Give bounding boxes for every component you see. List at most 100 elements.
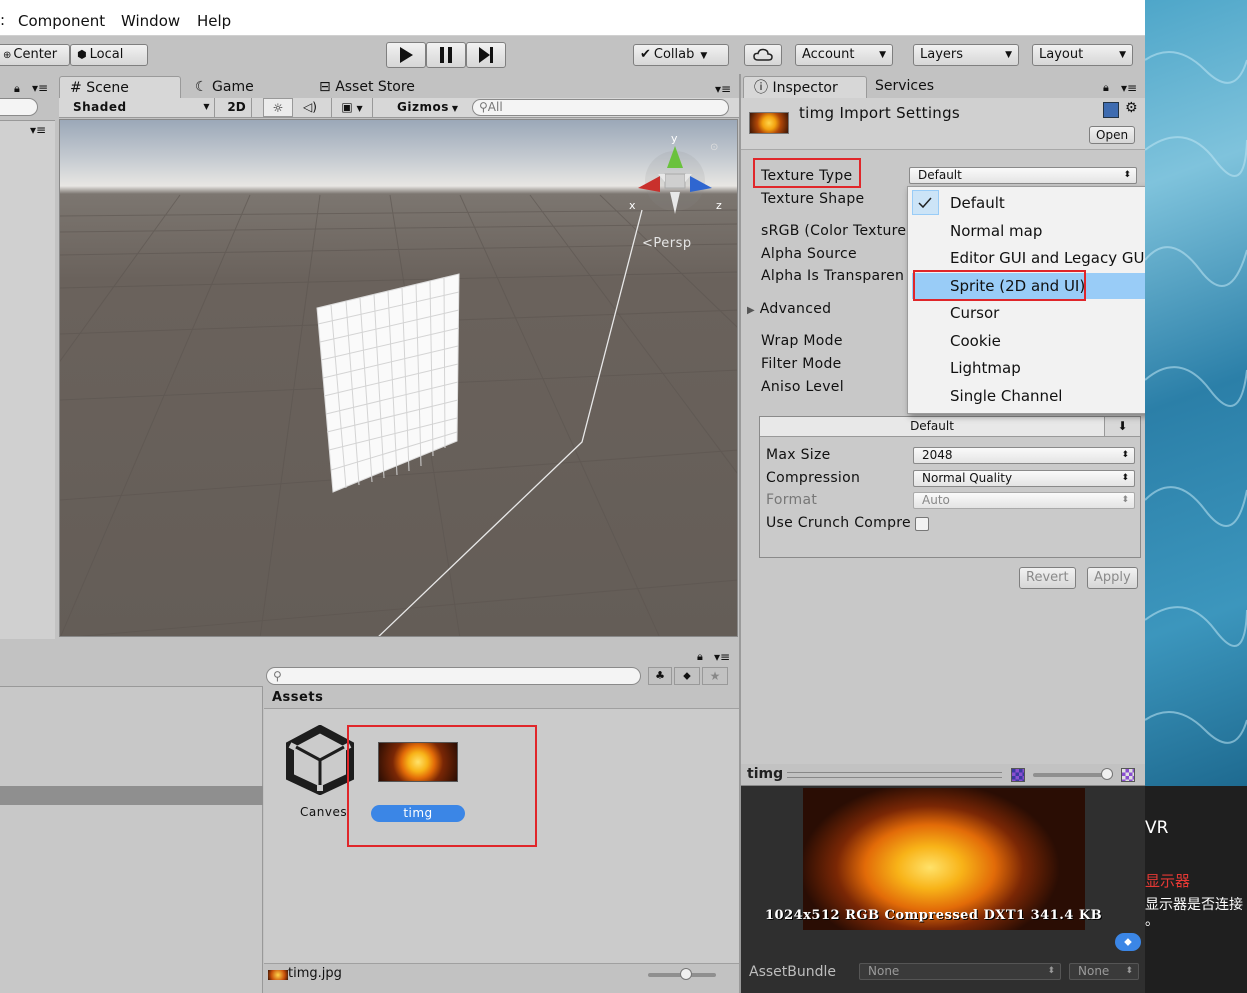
- notification-line1: 显示器是否连接: [1145, 897, 1243, 913]
- tab-asset-store[interactable]: ⊟ Asset Store: [309, 76, 425, 98]
- preview-title: timg: [747, 766, 784, 782]
- persp-label-wrap[interactable]: <Persp: [642, 236, 692, 251]
- filter-type-button[interactable]: ♣: [648, 667, 672, 685]
- collab-button[interactable]: ✔ Collab ▼: [633, 44, 729, 66]
- variant-value: None: [1078, 964, 1110, 978]
- account-button[interactable]: Account ▼: [795, 44, 893, 66]
- checker-icon[interactable]: [1011, 768, 1025, 782]
- srgb-label: sRGB (Color Texture: [761, 223, 907, 239]
- layers-label: Layers: [920, 47, 964, 62]
- tab-game[interactable]: ☾ Game: [185, 76, 264, 98]
- tag-icon[interactable]: ⬥: [1115, 933, 1141, 951]
- advanced-foldout[interactable]: ▶ Advanced: [747, 301, 831, 317]
- preview-drag-handle[interactable]: [787, 772, 1002, 778]
- tab-asset-store-label: Asset Store: [335, 79, 415, 95]
- revert-button[interactable]: Revert: [1019, 567, 1076, 589]
- notification-title: 显示器: [1145, 872, 1191, 890]
- audio-toggle[interactable]: ◁): [295, 98, 325, 117]
- inspector-panel: ⓘ Inspector Services 🔒︎ ▾≡ timg Import S…: [739, 74, 1145, 764]
- compression-dropdown[interactable]: Normal Quality ⬍: [913, 470, 1135, 487]
- breadcrumb-assets[interactable]: Assets: [272, 690, 323, 705]
- scene-panel: # Scene ☾ Game ⊟ Asset Store ▾≡ Shaded ▼ …: [55, 74, 739, 639]
- notification-card: VR 显示器 显示器是否连接 。: [1145, 786, 1247, 993]
- pivot-local-button[interactable]: ⬢ Local: [70, 44, 148, 66]
- 2d-toggle[interactable]: 2D: [222, 98, 252, 117]
- menu-component[interactable]: Component: [18, 12, 105, 30]
- cloud-button[interactable]: [744, 44, 782, 66]
- project-search-input[interactable]: ⚲: [266, 667, 641, 685]
- tab-scene[interactable]: # Scene: [59, 76, 181, 98]
- gizmos-dropdown[interactable]: Gizmos ▼: [397, 98, 467, 117]
- asset-timg-label: timg: [371, 805, 465, 822]
- max-size-dropdown[interactable]: 2048 ⬍: [913, 447, 1135, 464]
- effects-dropdown[interactable]: ▣ ▼: [331, 98, 373, 117]
- scene-viewport[interactable]: y x z ⊙ <Persp: [59, 119, 738, 637]
- gear-icon[interactable]: ⚙: [1125, 100, 1138, 116]
- preview-info: 1024x512 RGB Compressed DXT1 341.4 KB: [765, 908, 1103, 923]
- variant-dropdown[interactable]: None ⬍: [1069, 963, 1139, 980]
- panel-menu-icon[interactable]: ▾≡: [715, 82, 731, 96]
- filter-label-button[interactable]: ⬥: [674, 667, 700, 685]
- layout-button[interactable]: Layout ▼: [1032, 44, 1133, 66]
- tab-inspector[interactable]: ⓘ Inspector: [743, 76, 867, 98]
- download-icon[interactable]: ⬇: [1104, 417, 1140, 437]
- crunch-checkbox[interactable]: [915, 517, 929, 531]
- sun-icon: ☼: [272, 101, 284, 115]
- quad-plane[interactable]: [316, 273, 460, 493]
- play-button[interactable]: [386, 42, 426, 68]
- wrap-mode-label: Wrap Mode: [761, 333, 843, 349]
- grid-icon: #: [70, 80, 82, 96]
- alpha-transparent-label: Alpha Is Transparen: [761, 268, 905, 284]
- scene-search-input[interactable]: ⚲All: [472, 99, 729, 116]
- hierarchy-list: ▾≡: [0, 120, 55, 639]
- triangle-right-icon: ▶: [747, 305, 755, 316]
- menu-window[interactable]: Window: [121, 12, 180, 30]
- lighting-toggle[interactable]: ☼: [263, 98, 293, 117]
- menu-colon: :: [0, 11, 6, 29]
- assetbundle-dropdown[interactable]: None ⬍: [859, 963, 1061, 980]
- zoom-slider-thumb[interactable]: [680, 968, 692, 980]
- panel-menu-icon[interactable]: ▾≡: [714, 650, 730, 664]
- favorite-button[interactable]: ★: [702, 667, 728, 685]
- lock-icon[interactable]: 🔒︎: [1103, 81, 1109, 95]
- checker-alpha-icon[interactable]: [1121, 768, 1135, 782]
- asset-canves[interactable]: Canves: [284, 725, 364, 825]
- updown-icon: ⬍: [1125, 966, 1133, 976]
- project-header: 🔒︎ ▾≡ ⚲ ♣ ⬥ ★: [0, 639, 739, 687]
- platform-tab-default[interactable]: Default: [760, 417, 1104, 437]
- pause-button[interactable]: [426, 42, 466, 68]
- asset-timg[interactable]: timg: [368, 725, 468, 825]
- project-tree: [0, 687, 263, 993]
- tab-services[interactable]: Services: [865, 75, 944, 97]
- help-book-icon[interactable]: [1103, 102, 1119, 118]
- updown-icon: ⬍: [1121, 495, 1129, 505]
- shading-mode-label: Shaded: [73, 100, 127, 114]
- cube-icon: ⬢: [77, 48, 87, 61]
- layers-button[interactable]: Layers ▼: [913, 44, 1019, 66]
- panel-menu-icon[interactable]: ▾≡: [32, 81, 48, 95]
- orientation-gizmo[interactable]: y x z ⊙: [620, 126, 730, 226]
- cloud-icon: [753, 48, 773, 61]
- chevron-down-icon: ▼: [203, 102, 210, 111]
- hierarchy-search[interactable]: [0, 98, 38, 116]
- shading-mode-dropdown[interactable]: Shaded ▼: [63, 98, 215, 117]
- asset-timg-thumbnail: [378, 742, 458, 782]
- game-icon: ☾: [195, 79, 208, 95]
- menu-help[interactable]: Help: [197, 12, 231, 30]
- open-button[interactable]: Open: [1089, 126, 1136, 144]
- lock-icon[interactable]: 🔒︎: [697, 650, 703, 664]
- gizmo-lock-icon[interactable]: ⊙: [710, 142, 718, 153]
- mip-slider-thumb[interactable]: [1101, 768, 1113, 780]
- step-button[interactable]: [466, 42, 506, 68]
- pivot-center-button[interactable]: ⊕ Center: [0, 44, 70, 66]
- panel-menu-icon[interactable]: ▾≡: [1121, 81, 1137, 95]
- asset-canves-label: Canves: [300, 805, 348, 819]
- project-tree-selected-row[interactable]: [0, 786, 263, 805]
- texture-type-dropdown[interactable]: Default ⬍: [909, 167, 1137, 184]
- check-circle-icon: ✔: [640, 47, 651, 62]
- panel-menu-icon[interactable]: ▾≡: [30, 123, 46, 137]
- format-dropdown[interactable]: Auto ⬍: [913, 492, 1135, 509]
- apply-button[interactable]: Apply: [1087, 567, 1138, 589]
- alpha-source-label: Alpha Source: [761, 246, 857, 262]
- lock-icon[interactable]: 🔒︎: [14, 82, 20, 96]
